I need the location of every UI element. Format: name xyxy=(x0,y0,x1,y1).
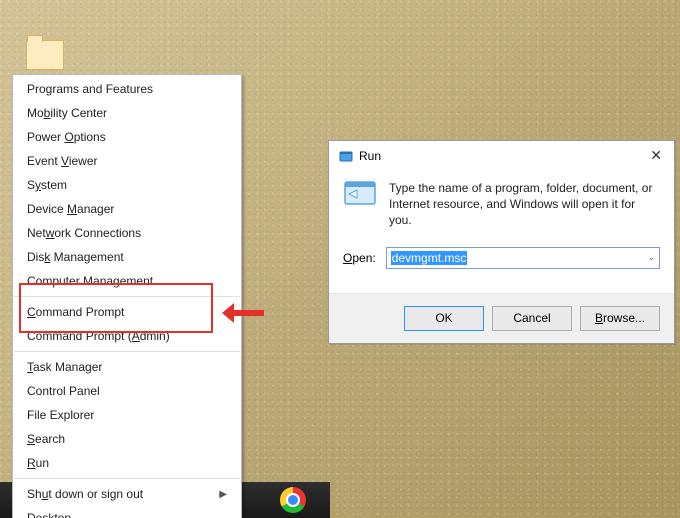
menu-run[interactable]: Run xyxy=(13,451,241,475)
menu-command-prompt-admin[interactable]: Command Prompt (Admin) xyxy=(13,324,241,348)
menu-programs-features[interactable]: Programs and Features xyxy=(13,77,241,101)
submenu-arrow-icon: ▶ xyxy=(219,489,227,500)
menu-event-viewer[interactable]: Event Viewer xyxy=(13,149,241,173)
open-value: devmgmt.msc xyxy=(391,251,468,265)
run-dialog: Run ✕ Type the name of a program, folder… xyxy=(328,140,675,344)
open-combobox[interactable]: devmgmt.msc ⌄ xyxy=(386,247,660,269)
run-titlebar: Run ✕ xyxy=(329,141,674,170)
run-title: Run xyxy=(359,149,381,163)
menu-separator xyxy=(14,296,240,297)
menu-device-manager[interactable]: Device Manager xyxy=(13,197,241,221)
close-button[interactable]: ✕ xyxy=(646,147,666,164)
menu-separator xyxy=(14,478,240,479)
menu-desktop[interactable]: Desktop xyxy=(13,506,241,518)
menu-computer-management[interactable]: Computer Management xyxy=(13,269,241,293)
menu-network-connections[interactable]: Network Connections xyxy=(13,221,241,245)
run-message: Type the name of a program, folder, docu… xyxy=(389,180,660,229)
menu-separator xyxy=(14,351,240,352)
ok-button[interactable]: OK xyxy=(404,306,484,331)
menu-search[interactable]: Search xyxy=(13,427,241,451)
menu-control-panel[interactable]: Control Panel xyxy=(13,379,241,403)
menu-mobility-center[interactable]: Mobility Center xyxy=(13,101,241,125)
menu-system[interactable]: System xyxy=(13,173,241,197)
menu-disk-management[interactable]: Disk Management xyxy=(13,245,241,269)
menu-shutdown[interactable]: Shut down or sign out▶ xyxy=(13,482,241,506)
open-label: Open: xyxy=(343,251,376,265)
menu-command-prompt[interactable]: Command Prompt xyxy=(13,300,241,324)
run-app-icon xyxy=(343,180,377,206)
cancel-button[interactable]: Cancel xyxy=(492,306,572,331)
menu-task-manager[interactable]: Task Manager xyxy=(13,355,241,379)
menu-file-explorer[interactable]: File Explorer xyxy=(13,403,241,427)
run-title-icon xyxy=(339,149,353,163)
browse-button[interactable]: Browse... xyxy=(580,306,660,331)
winx-context-menu: Programs and Features Mobility Center Po… xyxy=(12,74,242,518)
desktop-folder-icon[interactable] xyxy=(26,40,64,70)
menu-power-options[interactable]: Power Options xyxy=(13,125,241,149)
chrome-taskbar-icon[interactable] xyxy=(280,487,306,513)
dropdown-icon: ⌄ xyxy=(647,252,655,263)
annotation-arrow-icon xyxy=(222,303,264,323)
